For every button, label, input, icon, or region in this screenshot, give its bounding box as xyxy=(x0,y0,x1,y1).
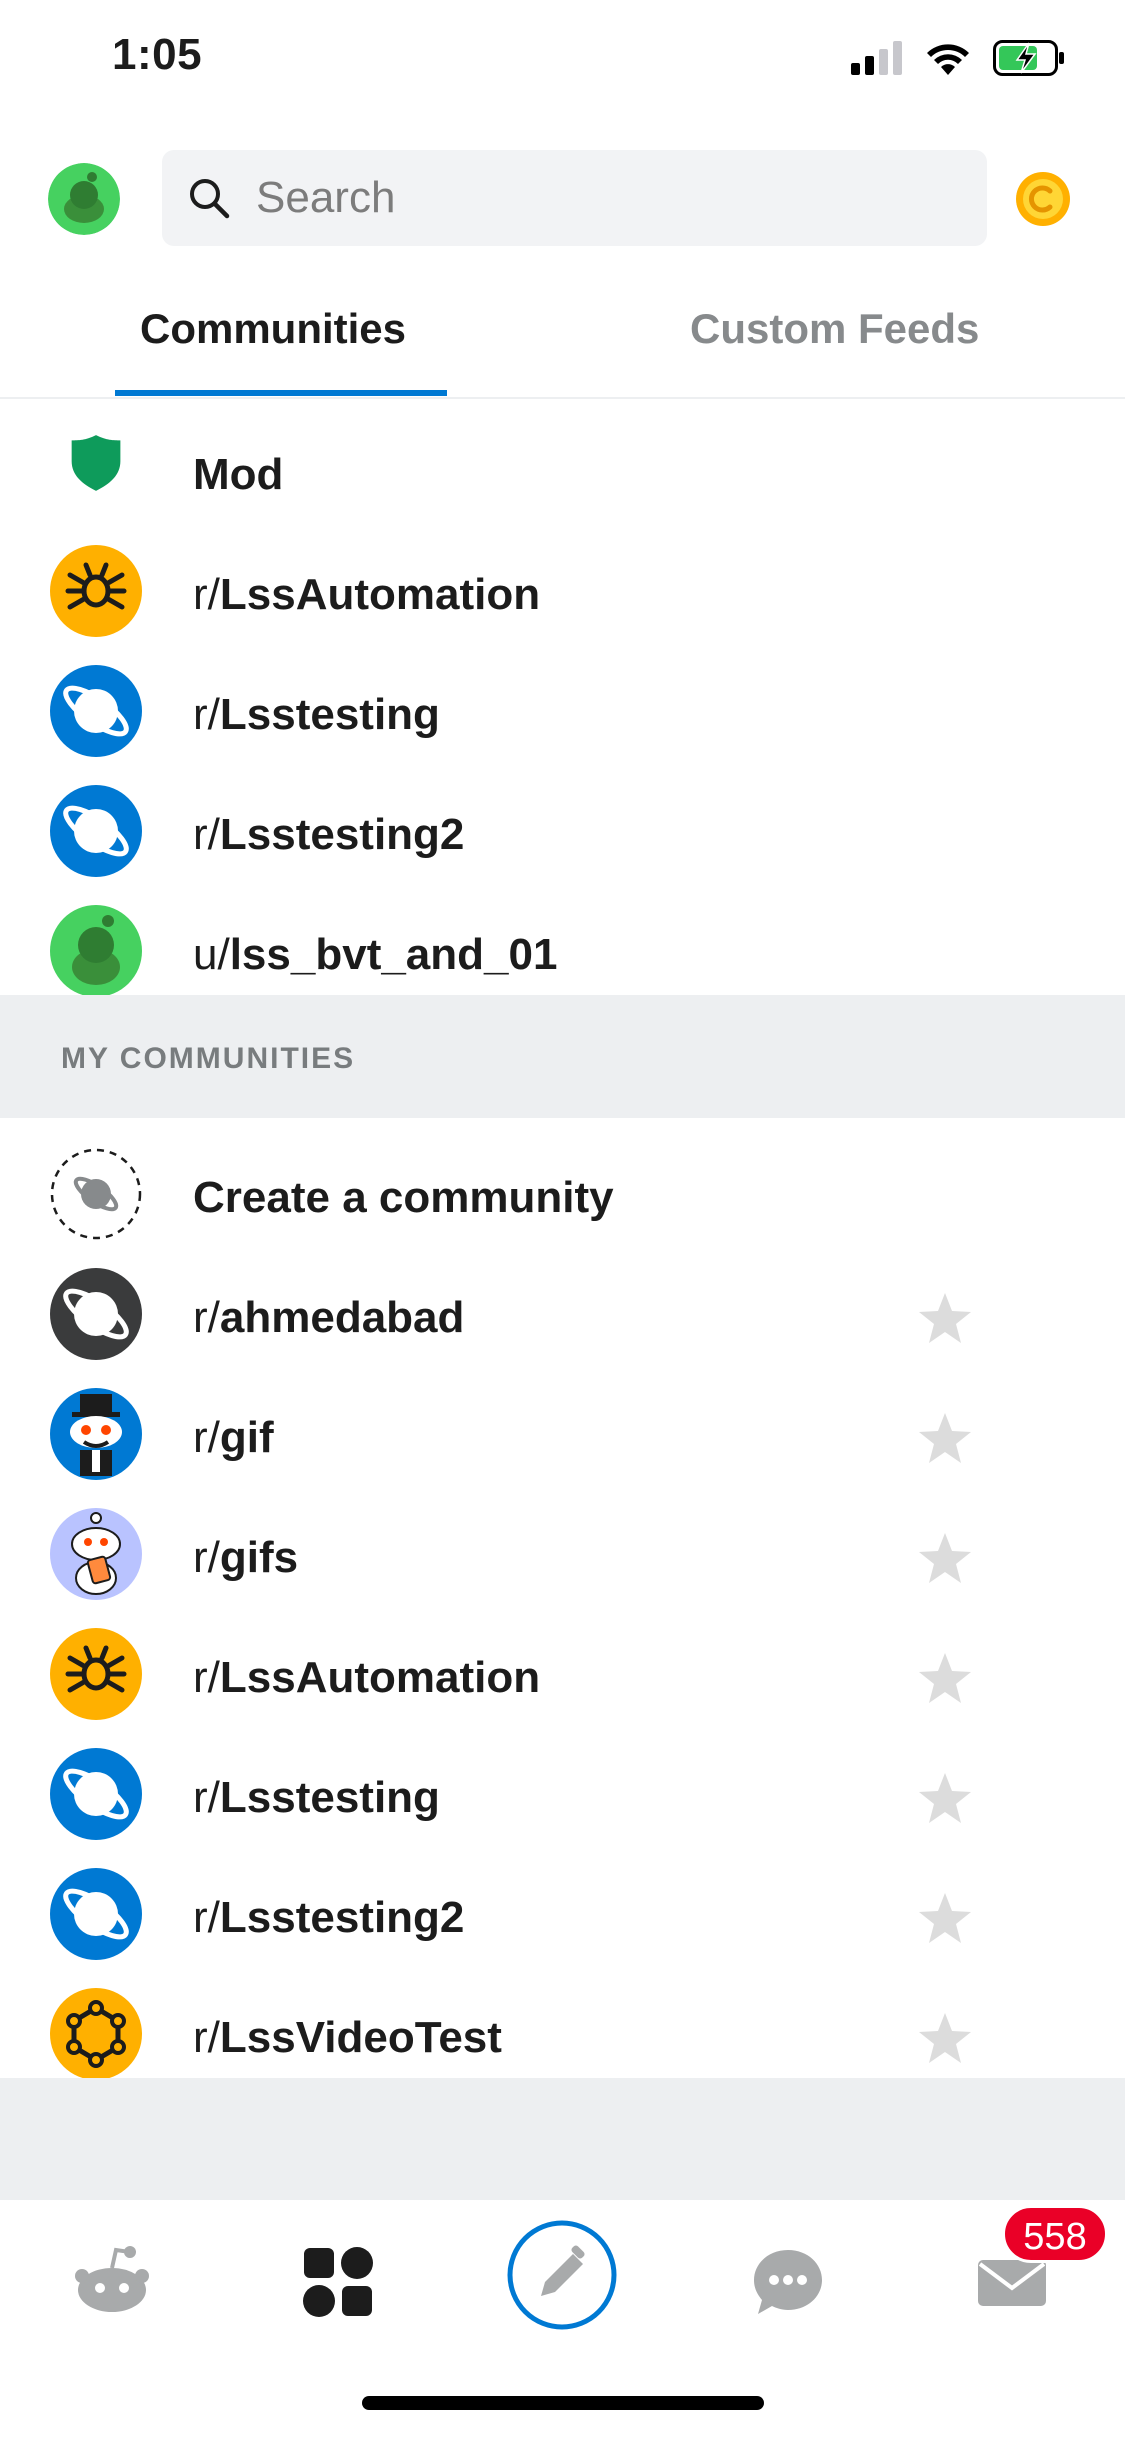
create-community-icon xyxy=(50,1148,142,1240)
planet-icon xyxy=(50,1268,142,1360)
community-gifs-icon xyxy=(50,1508,142,1600)
create-community-button[interactable]: Create a community xyxy=(0,1118,1125,1240)
chat-icon[interactable] xyxy=(748,2242,828,2322)
tab-custom-feeds[interactable]: Custom Feeds xyxy=(690,305,979,353)
planet-icon xyxy=(50,1748,142,1840)
favorite-star-icon[interactable] xyxy=(916,1650,974,1708)
planet-icon xyxy=(50,665,142,757)
favorite-star-icon[interactable] xyxy=(916,1410,974,1468)
battery-charging-icon xyxy=(993,40,1064,76)
list-item-mod[interactable]: Mod xyxy=(0,395,1125,515)
planet-icon xyxy=(50,1868,142,1960)
list-item-label: r/Lsstesting2 xyxy=(193,810,465,859)
list-item-label: r/Lsstesting xyxy=(193,1773,440,1822)
feed-tabs: Communities Custom Feeds xyxy=(0,275,1125,399)
section-title: MY COMMUNITIES xyxy=(61,1042,356,1075)
list-item-label: Mod xyxy=(193,450,284,499)
list-item-community[interactable]: r/Lsstesting2 xyxy=(0,755,1125,877)
favorite-star-icon[interactable] xyxy=(916,1890,974,1948)
coins-icon[interactable] xyxy=(1015,171,1071,227)
list-item-community[interactable]: r/Lsstesting xyxy=(0,635,1125,757)
community-gif-icon xyxy=(50,1388,142,1480)
list-item-community[interactable]: r/LssVideoTest xyxy=(0,1958,1125,2080)
list-item-label: r/ahmedabad xyxy=(193,1293,465,1342)
status-time: 1:05 xyxy=(112,30,203,79)
list-item-label: r/LssAutomation xyxy=(193,1653,541,1702)
search-bar[interactable] xyxy=(162,150,987,246)
create-post-pencil-icon[interactable] xyxy=(507,2220,617,2330)
list-item-profile[interactable]: u/lss_bvt_and_01 xyxy=(0,875,1125,997)
list-item-community[interactable]: r/Lsstesting xyxy=(0,1718,1125,1840)
favorite-star-icon[interactable] xyxy=(916,1770,974,1828)
search-icon xyxy=(190,179,230,219)
list-item-label: Create a community xyxy=(193,1173,614,1222)
list-item-label: r/Lsstesting2 xyxy=(193,1893,465,1942)
favorite-star-icon[interactable] xyxy=(916,1290,974,1348)
home-indicator[interactable] xyxy=(362,2396,764,2410)
section-header: MY COMMUNITIES xyxy=(0,995,1125,1118)
bug-icon xyxy=(50,545,142,637)
favorite-star-icon[interactable] xyxy=(916,1530,974,1588)
list-item-label: r/Lsstesting xyxy=(193,690,440,739)
list-item-label: u/lss_bvt_and_01 xyxy=(193,930,558,979)
inbox-badge: 558 xyxy=(1002,2205,1108,2263)
list-footer-spacer xyxy=(0,2078,1125,2198)
status-icons xyxy=(851,40,1065,76)
home-snoo-icon[interactable] xyxy=(72,2242,152,2322)
list-item-label: r/LssVideoTest xyxy=(193,2013,502,2062)
list-item-community[interactable]: r/LssAutomation xyxy=(0,515,1125,637)
planet-icon xyxy=(50,785,142,877)
favorite-star-icon[interactable] xyxy=(916,2010,974,2068)
shield-icon xyxy=(71,435,121,491)
communities-grid-icon[interactable] xyxy=(298,2242,378,2322)
list-item-community[interactable]: r/Lsstesting2 xyxy=(0,1838,1125,1960)
snoo-avatar-icon xyxy=(50,905,142,997)
cellular-signal-icon xyxy=(851,41,902,75)
list-item-label: r/gif xyxy=(193,1413,274,1462)
tab-communities[interactable]: Communities xyxy=(140,305,406,353)
list-item-community[interactable]: r/ahmedabad xyxy=(0,1238,1125,1360)
hexagon-network-icon xyxy=(50,1988,142,2080)
list-item-community[interactable]: r/LssAutomation xyxy=(0,1598,1125,1720)
bug-icon xyxy=(50,1628,142,1720)
list-item-label: r/gifs xyxy=(193,1533,299,1582)
list-item-label: r/LssAutomation xyxy=(193,570,541,619)
list-item-community[interactable]: r/gifs xyxy=(0,1478,1125,1600)
search-input[interactable] xyxy=(254,172,958,224)
list-item-community[interactable]: r/gif xyxy=(0,1358,1125,1480)
user-avatar[interactable] xyxy=(48,163,120,235)
wifi-icon xyxy=(927,44,969,75)
